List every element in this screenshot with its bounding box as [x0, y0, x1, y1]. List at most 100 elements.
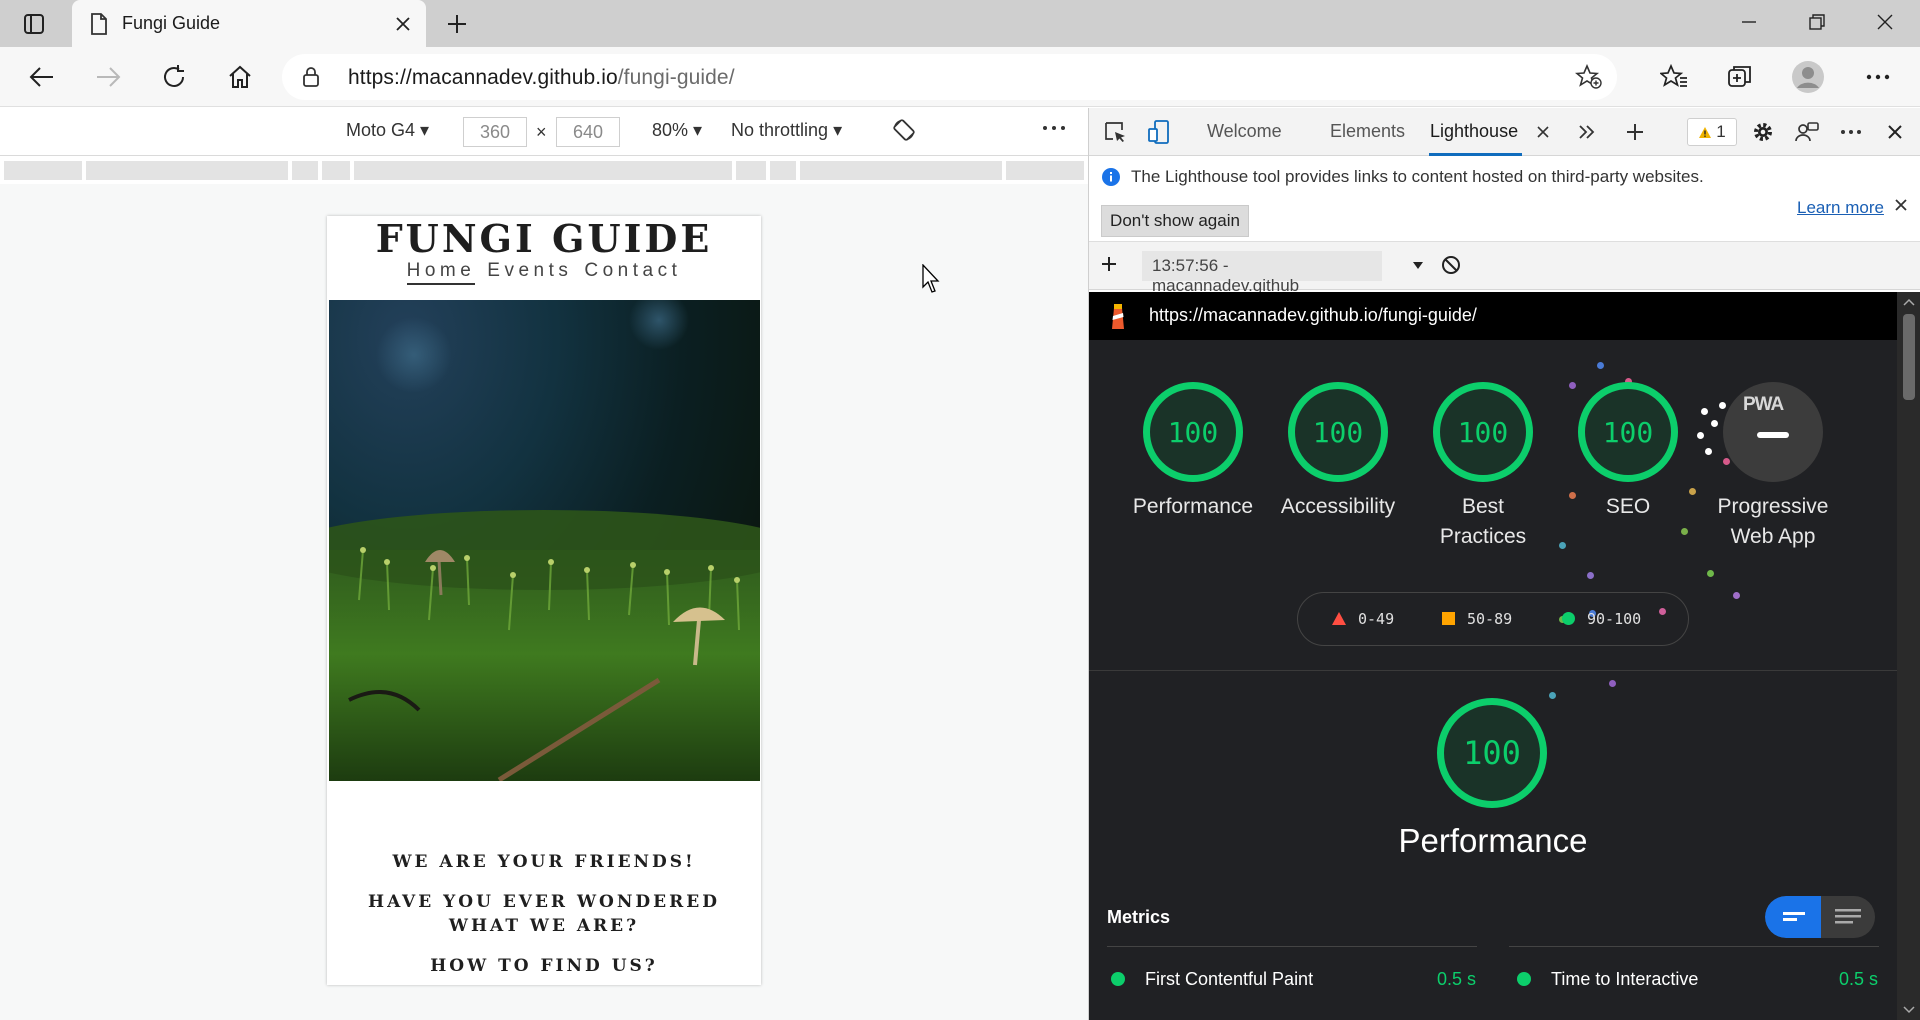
restore-button[interactable]	[1786, 0, 1848, 44]
url-path: /fungi-guide/	[617, 66, 735, 89]
tab-close-button[interactable]	[388, 9, 418, 39]
feedback-icon	[1795, 122, 1819, 142]
nav-events-link[interactable]: Events	[487, 260, 572, 281]
scrollbar-thumb[interactable]	[1903, 314, 1915, 400]
minimize-button[interactable]	[1718, 0, 1780, 44]
inspect-icon	[1105, 122, 1125, 142]
compact-view-button[interactable]	[1765, 896, 1821, 938]
home-button[interactable]	[222, 59, 258, 95]
new-report-button[interactable]	[1101, 250, 1117, 279]
report-header: https://macannadev.github.io/fungi-guide…	[1089, 292, 1920, 340]
hero-photo	[329, 300, 760, 781]
throttling-value: No throttling	[731, 120, 829, 140]
nav-contact-link[interactable]: Contact	[584, 260, 681, 281]
inspect-button[interactable]	[1101, 118, 1129, 146]
browser-tab[interactable]: Fungi Guide	[72, 0, 426, 47]
avatar-icon	[1792, 61, 1824, 93]
device-toggle-icon	[1148, 120, 1169, 144]
device-more-button[interactable]	[1042, 116, 1066, 146]
tab-lighthouse[interactable]: Lighthouse	[1430, 121, 1518, 142]
tab-title: Fungi Guide	[122, 13, 221, 33]
minimize-icon	[1742, 21, 1756, 23]
hero-image-moss-mushrooms	[329, 300, 760, 781]
new-tab-button[interactable]	[440, 8, 474, 40]
pwa-dash	[1757, 432, 1789, 438]
heading-friends: WE ARE YOUR FRIENDS!	[392, 852, 696, 872]
performance-score-gauge[interactable]: 100	[1143, 382, 1243, 482]
lighthouse-report: https://macannadev.github.io/fungi-guide…	[1089, 292, 1920, 1020]
home-icon	[229, 65, 251, 88]
clear-reports-button[interactable]	[1441, 255, 1461, 280]
more-tabs-button[interactable]	[1573, 118, 1601, 146]
close-icon	[1895, 199, 1907, 211]
zoom-value: 80%	[652, 120, 689, 140]
close-window-button[interactable]	[1854, 0, 1916, 44]
devtools-more-button[interactable]	[1837, 118, 1865, 146]
chevron-double-right-icon	[1579, 125, 1595, 139]
dismiss-info-button[interactable]	[1895, 194, 1907, 217]
devtools-panel: Welcome Elements Lighthouse 1 The Lighth…	[1088, 108, 1920, 1020]
collections-icon	[1728, 66, 1751, 87]
favorites-button[interactable]	[1656, 59, 1692, 95]
device-select[interactable]: Moto G4 ▾	[346, 120, 429, 141]
device-emulation-button[interactable]	[1145, 118, 1173, 146]
more-horizontal-icon	[1841, 130, 1861, 134]
back-arrow-icon	[29, 67, 53, 87]
metrics-view-toggle[interactable]	[1765, 896, 1875, 938]
tab-elements[interactable]: Elements	[1330, 121, 1405, 142]
more-horizontal-icon	[1043, 126, 1065, 130]
report-scrollbar[interactable]	[1897, 292, 1920, 1020]
info-message: The Lighthouse tool provides links to co…	[1131, 167, 1704, 186]
nav-home-link[interactable]: Home	[406, 260, 476, 285]
close-devtools-button[interactable]	[1881, 118, 1909, 146]
issues-warning-badge[interactable]: 1	[1687, 118, 1737, 146]
report-run-label: 13:57:56 - macannadev.github	[1152, 256, 1300, 295]
warning-icon	[1699, 126, 1712, 138]
triangle-icon	[1332, 612, 1346, 625]
legend-average: 50-89	[1442, 610, 1512, 628]
performance-label: Performance	[1132, 495, 1254, 518]
seo-score-gauge[interactable]: 100	[1578, 382, 1678, 482]
dont-show-again-button[interactable]: Don't show again	[1101, 205, 1249, 237]
add-favorite-icon	[1575, 64, 1602, 89]
dimension-separator: ×	[536, 122, 547, 142]
metric-time-to-interactive: Time to Interactive	[1517, 969, 1698, 990]
tab-actions-button[interactable]	[18, 9, 50, 39]
settings-more-button[interactable]	[1860, 59, 1896, 95]
report-dropdown-button[interactable]	[1412, 256, 1424, 276]
plus-icon	[1102, 257, 1116, 271]
width-input[interactable]: 360	[463, 117, 527, 147]
expanded-list-icon	[1835, 909, 1861, 924]
collections-button[interactable]	[1722, 59, 1758, 95]
close-lighthouse-tab[interactable]	[1529, 118, 1557, 146]
pwa-badge-gauge[interactable]: PWA	[1723, 382, 1823, 482]
best-practices-score-gauge[interactable]: 100	[1433, 382, 1533, 482]
back-button[interactable]	[24, 59, 60, 95]
close-icon	[396, 16, 410, 31]
throttling-select[interactable]: No throttling ▾	[731, 120, 842, 141]
learn-more-link[interactable]: Learn more	[1797, 198, 1884, 218]
zoom-select[interactable]: 80% ▾	[652, 120, 702, 141]
media-query-bar[interactable]	[0, 157, 1088, 184]
height-input[interactable]: 640	[556, 117, 620, 147]
close-icon	[1888, 125, 1902, 139]
url-text: https://macannadev.github.io/fungi-guide…	[348, 66, 735, 90]
tab-welcome[interactable]: Welcome	[1207, 121, 1282, 142]
address-bar[interactable]: https://macannadev.github.io/fungi-guide…	[282, 54, 1617, 100]
accessibility-score-gauge[interactable]: 100	[1288, 382, 1388, 482]
tab-actions-icon	[24, 14, 44, 34]
profile-button[interactable]	[1790, 59, 1826, 95]
refresh-button[interactable]	[156, 59, 192, 95]
pass-dot-icon	[1517, 972, 1531, 986]
refresh-icon	[164, 65, 184, 87]
devtools-settings-button[interactable]	[1749, 118, 1777, 146]
rotate-button[interactable]	[892, 118, 916, 147]
device-name: Moto G4	[346, 120, 416, 140]
report-select[interactable]: 13:57:56 - macannadev.github	[1142, 251, 1382, 295]
third-party-info-bar: The Lighthouse tool provides links to co…	[1089, 156, 1920, 242]
heading-wondered: HAVE YOU EVER WONDERED WHAT WE ARE?	[368, 892, 720, 936]
forward-button[interactable]	[90, 59, 126, 95]
feedback-button[interactable]	[1793, 118, 1821, 146]
tab-strip: Fungi Guide	[0, 0, 1920, 47]
add-tool-button[interactable]	[1621, 118, 1649, 146]
